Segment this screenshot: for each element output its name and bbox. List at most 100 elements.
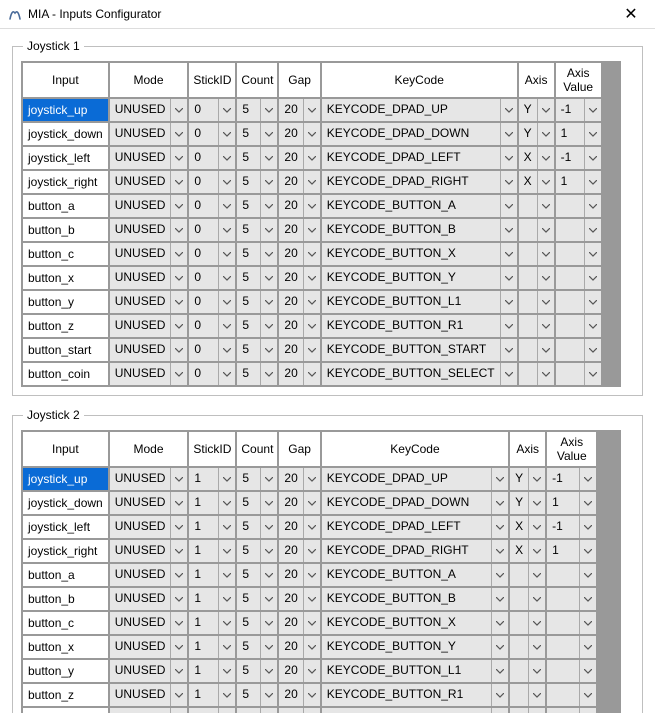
stickid-cell[interactable]: 0 (189, 363, 235, 385)
axis-cell[interactable] (519, 315, 554, 337)
mode-cell[interactable]: UNUSED (110, 147, 188, 169)
stickid-dropdown[interactable] (218, 708, 235, 713)
stickid-cell[interactable]: 0 (189, 195, 235, 217)
count-cell[interactable]: 5 (237, 219, 277, 241)
mode-dropdown[interactable] (170, 468, 187, 490)
axis-dropdown[interactable] (528, 468, 545, 490)
stickid-cell[interactable]: 1 (189, 564, 235, 586)
axis-value-dropdown[interactable] (584, 291, 601, 313)
axis-value-cell[interactable] (556, 243, 601, 265)
table-row[interactable]: button_bUNUSED1520KEYCODE_BUTTON_B (22, 587, 620, 611)
axis-cell[interactable]: X (510, 516, 545, 538)
stickid-cell[interactable]: 0 (189, 315, 235, 337)
row-header[interactable]: button_z (22, 683, 109, 707)
gap-dropdown[interactable] (303, 468, 320, 490)
mode-dropdown[interactable] (170, 588, 187, 610)
mode-cell[interactable]: UNUSED (110, 684, 188, 706)
keycode-cell[interactable]: KEYCODE_BUTTON_START (322, 708, 508, 713)
stickid-dropdown[interactable] (218, 171, 235, 193)
keycode-cell[interactable]: KEYCODE_DPAD_RIGHT (322, 540, 508, 562)
keycode-cell[interactable]: KEYCODE_BUTTON_Y (322, 267, 517, 289)
row-header[interactable]: joystick_right (22, 539, 109, 563)
keycode-dropdown[interactable] (491, 564, 508, 586)
keycode-dropdown[interactable] (491, 492, 508, 514)
axis-cell[interactable] (510, 708, 545, 713)
gap-cell[interactable]: 20 (279, 468, 319, 490)
gap-cell[interactable]: 20 (279, 684, 319, 706)
gap-dropdown[interactable] (303, 363, 320, 385)
mode-dropdown[interactable] (170, 612, 187, 634)
keycode-dropdown[interactable] (500, 339, 517, 361)
gap-cell[interactable]: 20 (279, 267, 319, 289)
table-row[interactable]: button_zUNUSED1520KEYCODE_BUTTON_R1 (22, 683, 620, 707)
stickid-cell[interactable]: 0 (189, 339, 235, 361)
stickid-dropdown[interactable] (218, 243, 235, 265)
gap-cell[interactable]: 20 (279, 660, 319, 682)
stickid-cell[interactable]: 1 (189, 684, 235, 706)
axis-cell[interactable] (519, 339, 554, 361)
keycode-dropdown[interactable] (500, 267, 517, 289)
keycode-dropdown[interactable] (500, 99, 517, 121)
keycode-cell[interactable]: KEYCODE_BUTTON_L1 (322, 291, 517, 313)
mode-dropdown[interactable] (170, 99, 187, 121)
col-axis-value[interactable]: Axis Value (546, 431, 597, 467)
axis-value-cell[interactable] (547, 660, 596, 682)
row-header[interactable]: button_c (22, 611, 109, 635)
mode-dropdown[interactable] (170, 660, 187, 682)
axis-value-cell[interactable] (556, 267, 601, 289)
axis-cell[interactable] (519, 219, 554, 241)
mode-dropdown[interactable] (170, 684, 187, 706)
col-count[interactable]: Count (236, 431, 278, 467)
keycode-dropdown[interactable] (500, 147, 517, 169)
mode-dropdown[interactable] (170, 123, 187, 145)
axis-dropdown[interactable] (537, 291, 554, 313)
gap-dropdown[interactable] (303, 315, 320, 337)
count-dropdown[interactable] (260, 516, 277, 538)
axis-value-dropdown[interactable] (584, 123, 601, 145)
count-dropdown[interactable] (260, 99, 277, 121)
row-header[interactable]: joystick_down (22, 122, 109, 146)
table-row[interactable]: button_startUNUSED0520KEYCODE_BUTTON_STA… (22, 338, 620, 362)
axis-value-cell[interactable] (556, 315, 601, 337)
mode-cell[interactable]: UNUSED (110, 195, 188, 217)
stickid-dropdown[interactable] (218, 564, 235, 586)
mode-dropdown[interactable] (170, 540, 187, 562)
stickid-dropdown[interactable] (218, 291, 235, 313)
gap-dropdown[interactable] (303, 123, 320, 145)
keycode-cell[interactable]: KEYCODE_BUTTON_Y (322, 636, 508, 658)
axis-dropdown[interactable] (528, 516, 545, 538)
count-dropdown[interactable] (260, 147, 277, 169)
row-header[interactable]: button_start (22, 707, 109, 713)
table-row[interactable]: joystick_downUNUSED0520KEYCODE_DPAD_DOWN… (22, 122, 620, 146)
table-row[interactable]: button_xUNUSED1520KEYCODE_BUTTON_Y (22, 635, 620, 659)
axis-cell[interactable] (510, 684, 545, 706)
keycode-dropdown[interactable] (491, 540, 508, 562)
mode-cell[interactable]: UNUSED (110, 363, 188, 385)
gap-dropdown[interactable] (303, 171, 320, 193)
keycode-cell[interactable]: KEYCODE_BUTTON_L1 (322, 660, 508, 682)
axis-cell[interactable] (519, 291, 554, 313)
axis-dropdown[interactable] (537, 267, 554, 289)
table-row[interactable]: joystick_upUNUSED1520KEYCODE_DPAD_UPY-1 (22, 467, 620, 491)
mode-cell[interactable]: UNUSED (110, 468, 188, 490)
gap-cell[interactable]: 20 (279, 219, 319, 241)
stickid-dropdown[interactable] (218, 636, 235, 658)
col-axis[interactable]: Axis (518, 62, 555, 98)
count-dropdown[interactable] (260, 492, 277, 514)
stickid-cell[interactable]: 0 (189, 99, 235, 121)
count-dropdown[interactable] (260, 564, 277, 586)
axis-cell[interactable] (510, 612, 545, 634)
axis-value-dropdown[interactable] (584, 195, 601, 217)
keycode-dropdown[interactable] (500, 291, 517, 313)
row-header[interactable]: button_coin (22, 362, 109, 386)
axis-value-cell[interactable]: -1 (547, 468, 596, 490)
col-input[interactable]: Input (22, 62, 109, 98)
keycode-cell[interactable]: KEYCODE_BUTTON_X (322, 243, 517, 265)
stickid-cell[interactable]: 1 (189, 540, 235, 562)
axis-value-dropdown[interactable] (584, 339, 601, 361)
mode-dropdown[interactable] (170, 219, 187, 241)
axis-cell[interactable] (519, 243, 554, 265)
count-dropdown[interactable] (260, 267, 277, 289)
gap-dropdown[interactable] (303, 219, 320, 241)
gap-dropdown[interactable] (303, 564, 320, 586)
